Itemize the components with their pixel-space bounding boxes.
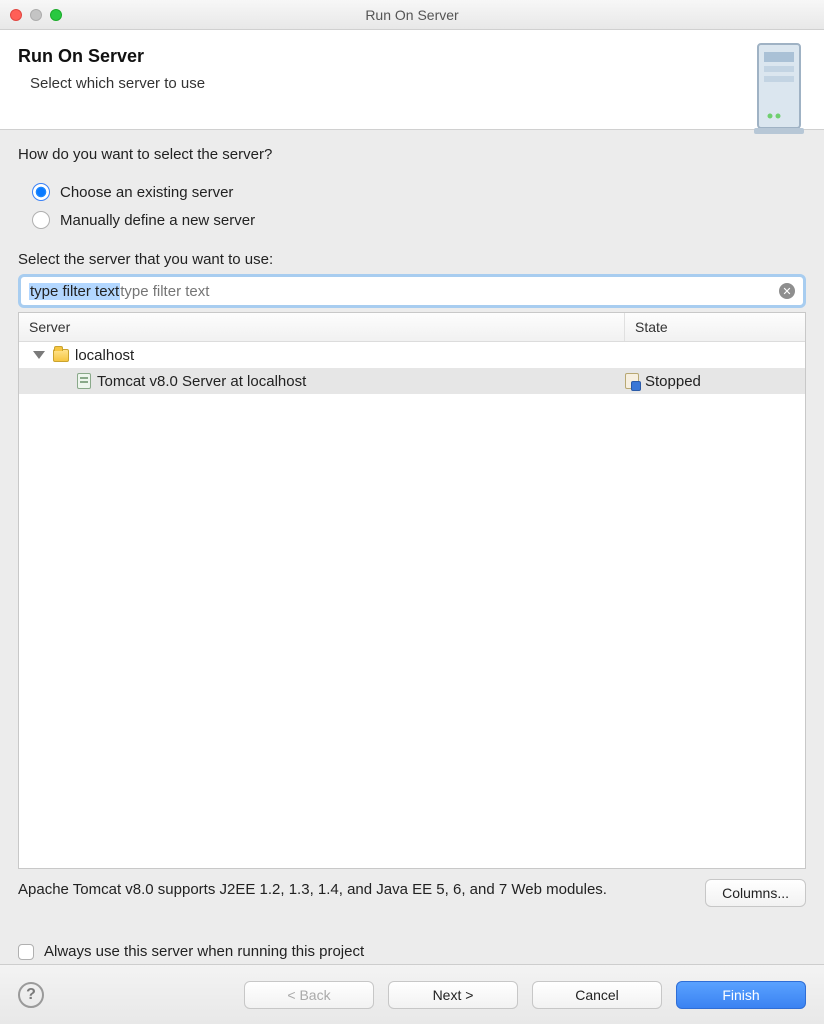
traffic-lights xyxy=(0,9,62,21)
below-table-row: Apache Tomcat v8.0 supports J2EE 1.2, 1.… xyxy=(18,879,806,907)
columns-button[interactable]: Columns... xyxy=(705,879,806,907)
table-row[interactable]: Tomcat v8.0 Server at localhost Stopped xyxy=(19,368,805,394)
server-state-icon xyxy=(625,373,639,389)
server-icon xyxy=(77,373,91,389)
titlebar: Run On Server xyxy=(0,0,824,30)
filter-field[interactable]: type filter text ✕ xyxy=(18,274,806,308)
clear-filter-icon[interactable]: ✕ xyxy=(779,283,795,299)
help-icon[interactable]: ? xyxy=(18,982,44,1008)
always-use-label: Always use this server when running this… xyxy=(44,943,364,960)
always-use-checkbox[interactable] xyxy=(18,944,34,960)
server-state: Stopped xyxy=(645,373,701,390)
server-illustration-icon xyxy=(752,40,806,136)
finish-button[interactable]: Finish xyxy=(676,981,806,1009)
group-label: localhost xyxy=(75,347,134,364)
chevron-down-icon[interactable] xyxy=(33,351,45,359)
table-header: Server State xyxy=(19,313,805,342)
server-selection-radio-group: Choose an existing server Manually defin… xyxy=(32,173,806,239)
column-header-server[interactable]: Server xyxy=(19,313,625,341)
server-name: Tomcat v8.0 Server at localhost xyxy=(97,373,306,390)
selection-prompt: How do you want to select the server? xyxy=(18,146,806,163)
server-description: Apache Tomcat v8.0 supports J2EE 1.2, 1.… xyxy=(18,879,693,900)
filter-input-text[interactable]: type filter text xyxy=(29,283,120,300)
back-button[interactable]: < Back xyxy=(244,981,374,1009)
column-header-state[interactable]: State xyxy=(625,313,805,341)
cancel-button[interactable]: Cancel xyxy=(532,981,662,1009)
radio-icon xyxy=(32,183,50,201)
select-server-label: Select the server that you want to use: xyxy=(18,251,806,268)
radio-choose-existing[interactable]: Choose an existing server xyxy=(32,183,806,201)
next-button[interactable]: Next > xyxy=(388,981,518,1009)
page-title: Run On Server xyxy=(18,46,806,67)
radio-manually-define[interactable]: Manually define a new server xyxy=(32,211,806,229)
maximize-window-button[interactable] xyxy=(50,9,62,21)
server-table: Server State localhost Tomcat v8.0 Serve… xyxy=(18,312,806,869)
window-title: Run On Server xyxy=(0,7,824,23)
minimize-window-button[interactable] xyxy=(30,9,42,21)
always-use-row[interactable]: Always use this server when running this… xyxy=(18,943,806,960)
radio-icon xyxy=(32,211,50,229)
table-group-row[interactable]: localhost xyxy=(19,342,805,368)
dialog-header: Run On Server Select which server to use xyxy=(0,30,824,130)
radio-label: Choose an existing server xyxy=(60,184,233,201)
table-body: localhost Tomcat v8.0 Server at localhos… xyxy=(19,342,805,868)
filter-input[interactable] xyxy=(120,280,779,302)
radio-label: Manually define a new server xyxy=(60,212,255,229)
page-subtitle: Select which server to use xyxy=(30,75,806,92)
close-window-button[interactable] xyxy=(10,9,22,21)
dialog-footer: ? < Back Next > Cancel Finish xyxy=(0,964,824,1024)
folder-icon xyxy=(53,349,69,362)
dialog-content: How do you want to select the server? Ch… xyxy=(0,130,824,964)
